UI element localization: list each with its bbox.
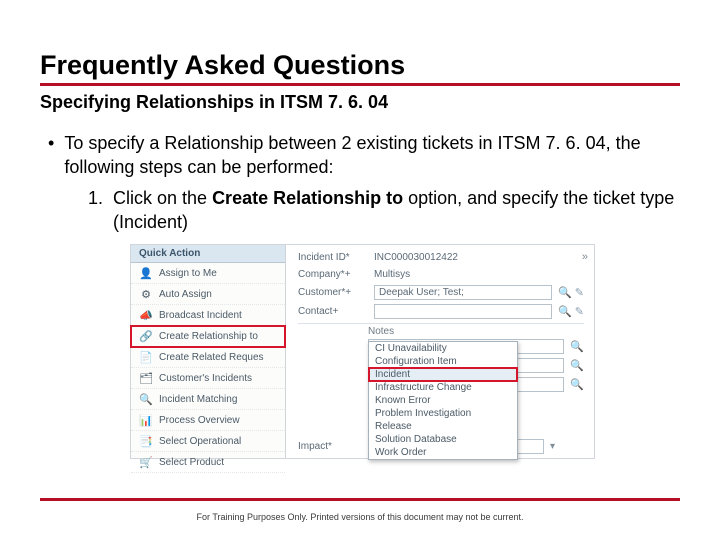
qa-auto-assign[interactable]: ⚙Auto Assign [131, 284, 285, 305]
qa-customers-incidents[interactable]: 🗂Customer's Incidents [131, 368, 285, 389]
qa-create-relationship-to[interactable]: 🔗Create Relationship to [131, 326, 285, 347]
page-subtitle: Specifying Relationships in ITSM 7. 6. 0… [40, 92, 680, 113]
quick-action-header: Quick Action [131, 245, 285, 263]
step-item: 1. Click on the Create Relationship to o… [88, 186, 680, 235]
chart-icon: 📊 [139, 413, 153, 427]
notes-label: Notes [368, 326, 584, 337]
contact-field-icons[interactable]: 🔍 ✎ [558, 305, 584, 318]
company-label: Company*+ [298, 269, 368, 280]
cart-icon: 🛒 [139, 455, 153, 469]
step-number: 1. [88, 186, 103, 235]
page-title: Frequently Asked Questions [40, 50, 680, 86]
quick-action-panel: Quick Action 👤Assign to Me ⚙Auto Assign … [131, 245, 286, 458]
bullet-text: To specify a Relationship between 2 exis… [64, 131, 680, 180]
dd-work-order[interactable]: Work Order [369, 446, 517, 459]
footer-note: For Training Purposes Only. Printed vers… [0, 512, 720, 522]
itsm-screenshot: Quick Action 👤Assign to Me ⚙Auto Assign … [130, 244, 595, 459]
megaphone-icon: 📣 [139, 308, 153, 322]
gear-icon: ⚙ [139, 287, 153, 301]
contact-label: Contact+ [298, 306, 368, 317]
user-icon: 👤 [139, 266, 153, 280]
qa-create-related-request[interactable]: 📄Create Related Reques [131, 347, 285, 368]
qa-incident-matching[interactable]: 🔍Incident Matching [131, 389, 285, 410]
chevron-right-icon[interactable]: » [582, 251, 586, 263]
footer-rule [40, 498, 680, 501]
impact-label: Impact* [298, 441, 368, 452]
incident-id-label: Incident ID* [298, 252, 368, 263]
dd-configuration-item[interactable]: Configuration Item [369, 355, 517, 368]
notes-field-icon-1[interactable]: 🔍 [570, 340, 584, 353]
relationship-type-dropdown[interactable]: CI Unavailability Configuration Item Inc… [368, 341, 518, 460]
qa-broadcast-incident[interactable]: 📣Broadcast Incident [131, 305, 285, 326]
separator [298, 323, 584, 324]
company-value: Multisys [374, 268, 410, 281]
dd-known-error[interactable]: Known Error [369, 394, 517, 407]
contact-input[interactable] [374, 304, 552, 319]
form-panel: » Incident ID* INC000030012422 Company*+… [286, 245, 594, 458]
bullet-item: • To specify a Relationship between 2 ex… [48, 131, 680, 180]
folder-icon: 🗂 [139, 371, 153, 385]
qa-select-product[interactable]: 🛒Select Product [131, 452, 285, 473]
dd-problem-investigation[interactable]: Problem Investigation [369, 407, 517, 420]
notes-field-icon-2[interactable]: 🔍 [570, 359, 584, 372]
dd-solution-database[interactable]: Solution Database [369, 433, 517, 446]
dd-release[interactable]: Release [369, 420, 517, 433]
customer-field-icons[interactable]: 🔍 ✎ [558, 286, 584, 299]
search-icon: 🔍 [139, 392, 153, 406]
list-icon: 📑 [139, 434, 153, 448]
dd-incident[interactable]: Incident [369, 368, 517, 381]
qa-select-operational[interactable]: 📑Select Operational [131, 431, 285, 452]
qa-process-overview[interactable]: 📊Process Overview [131, 410, 285, 431]
notes-field-icon-3[interactable]: 🔍 [570, 378, 584, 391]
link-icon: 🔗 [139, 329, 153, 343]
document-icon: 📄 [139, 350, 153, 364]
step-text: Click on the Create Relationship to opti… [113, 186, 680, 235]
qa-assign-to-me[interactable]: 👤Assign to Me [131, 263, 285, 284]
dd-ci-unavailability[interactable]: CI Unavailability [369, 342, 517, 355]
customer-input[interactable] [374, 285, 552, 300]
customer-label: Customer*+ [298, 287, 368, 298]
incident-id-value: INC000030012422 [374, 251, 458, 264]
bullet-dot: • [48, 131, 54, 180]
chevron-down-icon[interactable]: ▾ [550, 441, 555, 452]
dd-infrastructure-change[interactable]: Infrastructure Change [369, 381, 517, 394]
